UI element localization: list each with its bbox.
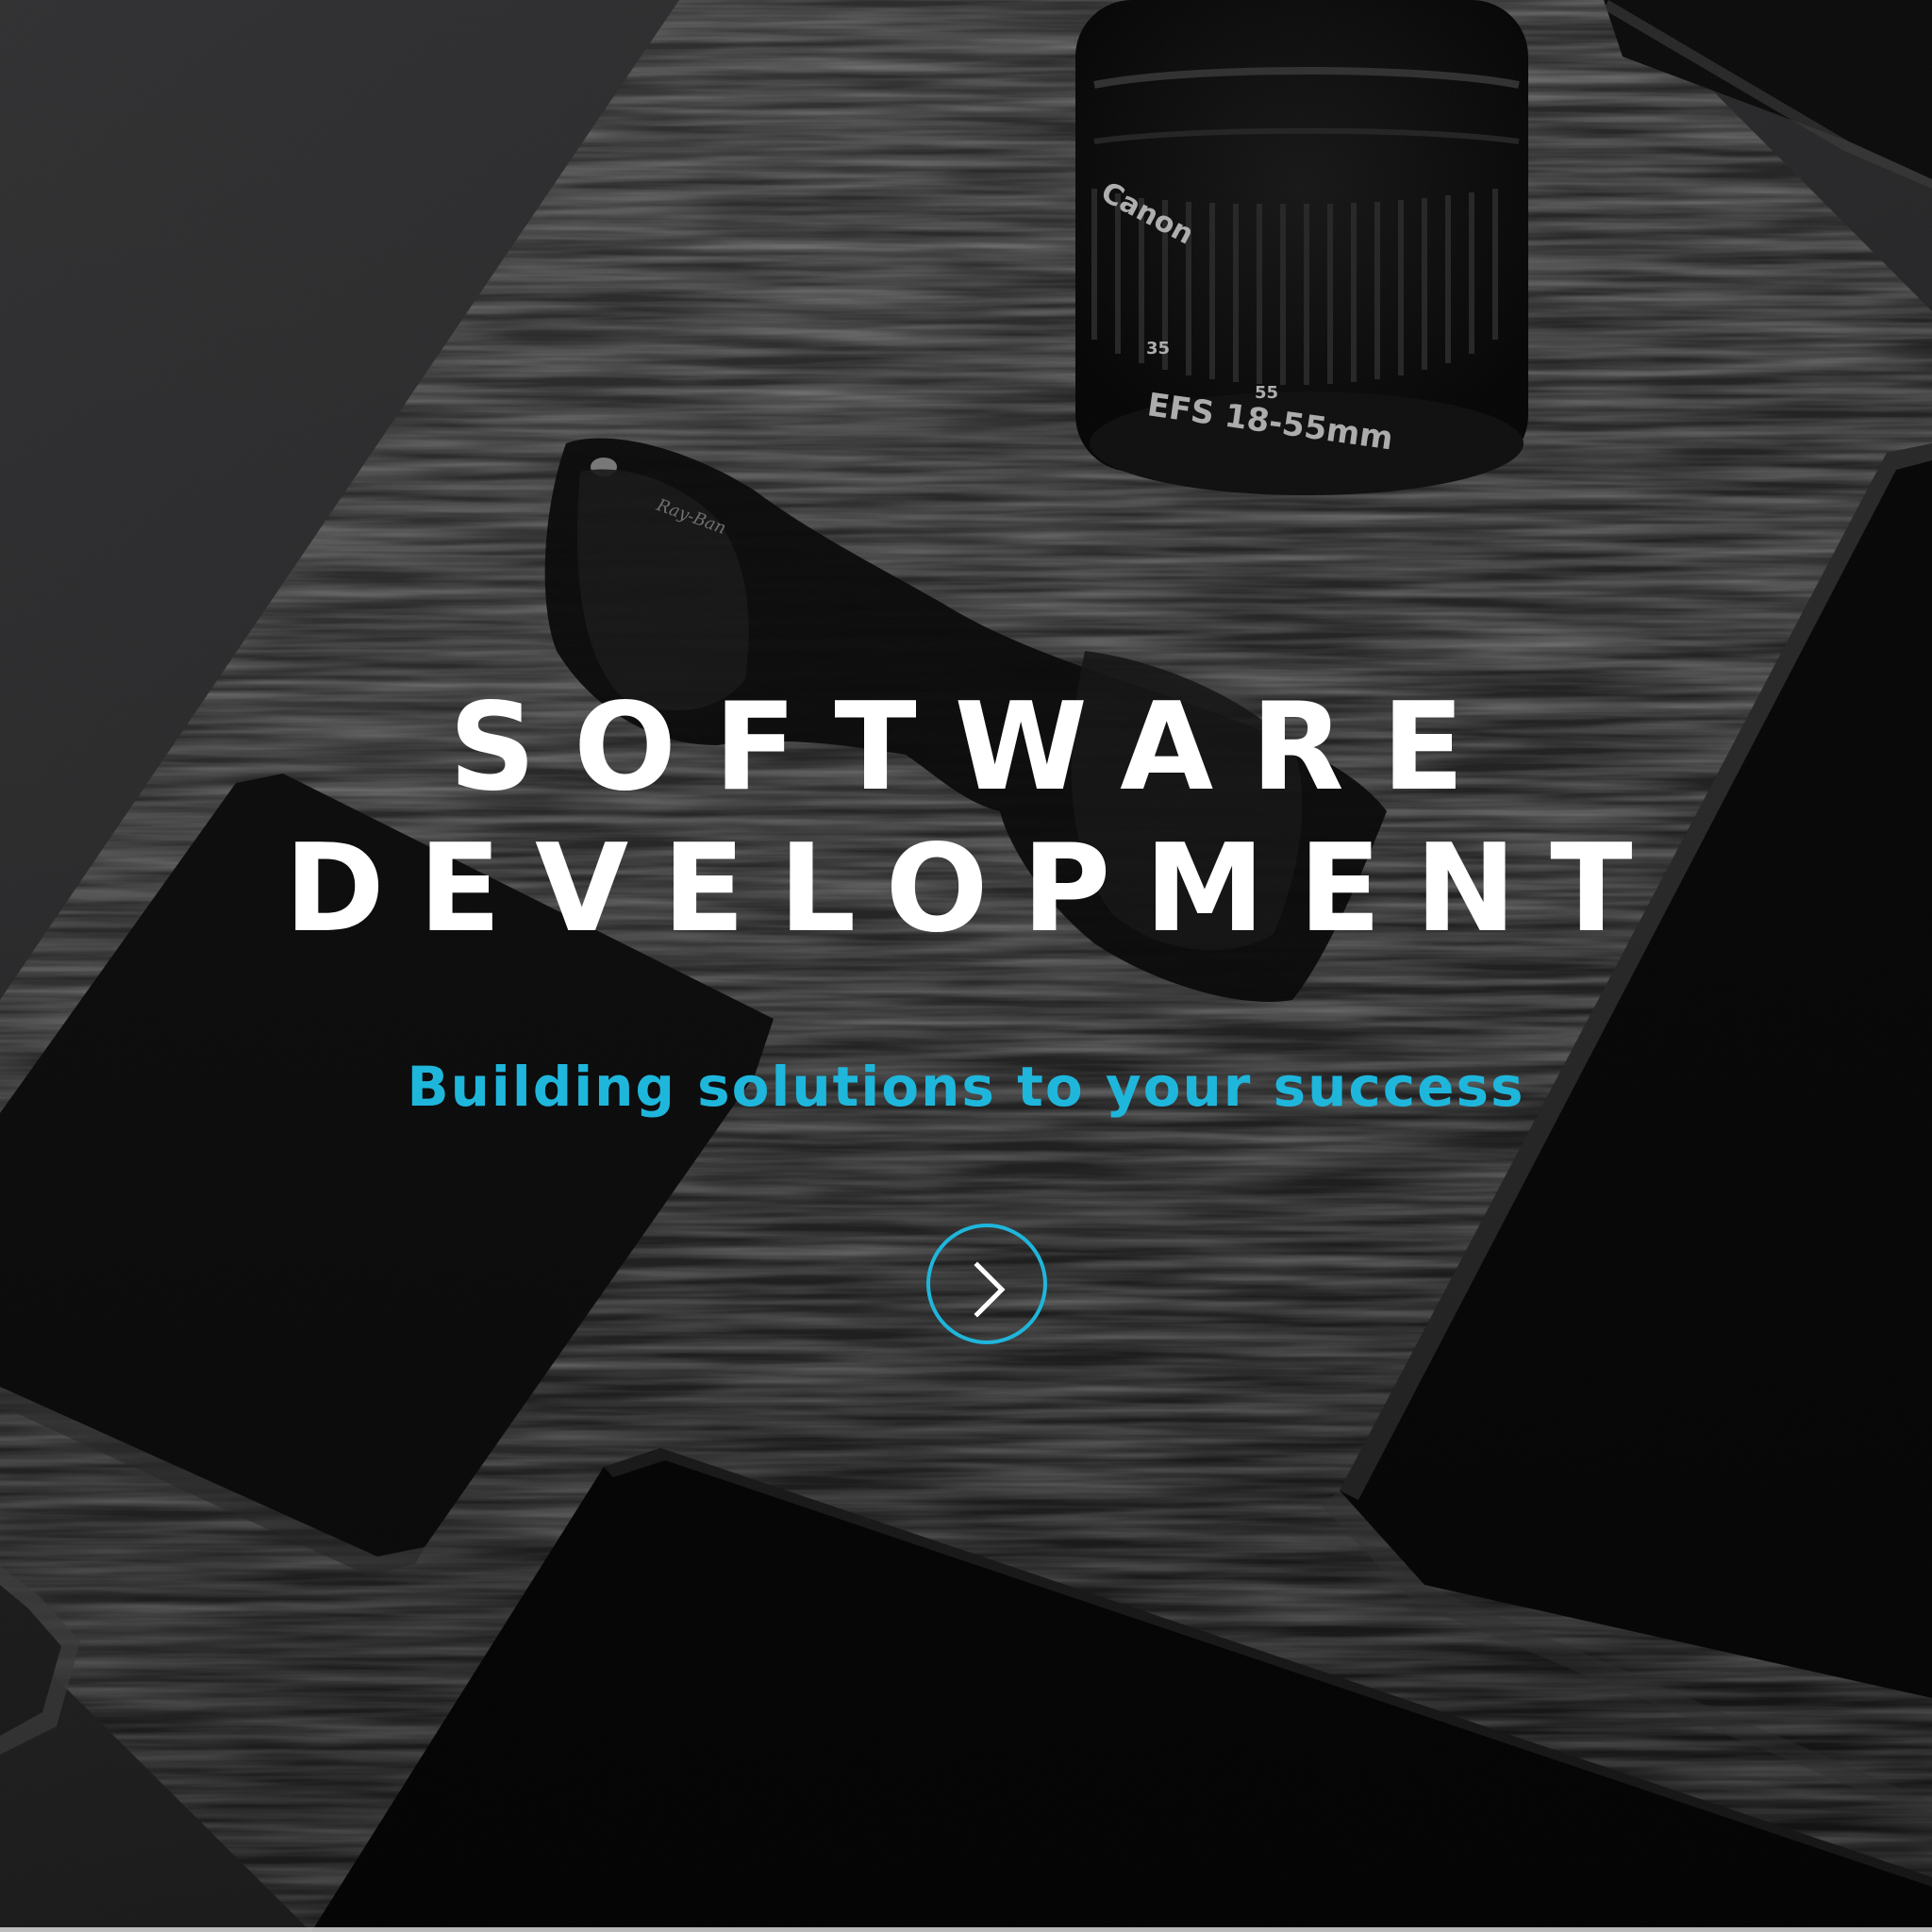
hero-page: Canon EFS 18-55mm 35 55 Ray-Ban SOFTWARE… [0,0,1932,1932]
hero-title-line-1: SOFTWARE [448,677,1503,818]
hero-section: SOFTWARE DEVELOPMENT Building solutions … [0,0,1932,1932]
bottom-edge-strip [0,1927,1932,1932]
hero-subtitle: Building solutions to your success [407,1055,1525,1119]
next-button[interactable] [926,1224,1047,1344]
hero-title-line-2: DEVELOPMENT [284,819,1667,959]
chevron-right-icon [974,1261,1006,1318]
